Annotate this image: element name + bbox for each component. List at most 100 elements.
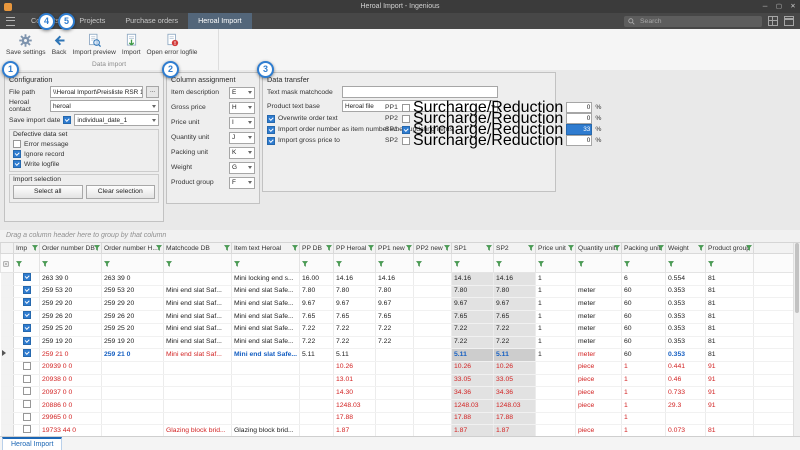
table-row[interactable]: 263 39 0263 39 0Mini locking end s...16.…: [1, 273, 794, 286]
filter-funnel-icon[interactable]: [234, 261, 240, 267]
hamburger-menu-icon[interactable]: [6, 17, 15, 26]
filter-funnel-icon[interactable]: [94, 245, 100, 251]
tab-purchase-orders[interactable]: Purchase orders: [115, 13, 188, 29]
import-row-checkbox[interactable]: [23, 311, 31, 319]
search-input[interactable]: [638, 17, 742, 26]
save-settings-button[interactable]: Save settings: [3, 32, 49, 57]
column-header-weight[interactable]: Weight: [666, 243, 706, 254]
import-date-select[interactable]: individual_date_1: [74, 114, 159, 126]
surcharge-checkbox[interactable]: [402, 115, 410, 123]
filter-funnel-icon[interactable]: [378, 261, 384, 267]
filter-funnel-icon[interactable]: [416, 261, 422, 267]
file-path-input[interactable]: \\Heroal Import\Preisliste RSR 102671i: [50, 86, 143, 98]
table-row[interactable]: 20939 0 010.2610.2610.26piece10.44191: [1, 361, 794, 374]
filter-cell[interactable]: [494, 254, 536, 273]
column-header-pp2-new[interactable]: PP2 new: [414, 243, 452, 254]
search-box[interactable]: [624, 16, 762, 27]
filter-funnel-icon[interactable]: [486, 245, 492, 251]
filter-funnel-icon[interactable]: [614, 245, 620, 251]
filter-funnel-icon[interactable]: [538, 261, 544, 267]
column-header-pp1-new[interactable]: PP1 new: [376, 243, 414, 254]
import-row-checkbox[interactable]: [23, 337, 31, 345]
surcharge-checkbox[interactable]: [402, 137, 410, 145]
table-row[interactable]: 259 26 20259 26 20Mini end slat Saf...Mi…: [1, 311, 794, 324]
filter-funnel-icon[interactable]: [16, 261, 22, 267]
column-header-product-group[interactable]: Product group: [706, 243, 754, 254]
filter-cell[interactable]: [334, 254, 376, 273]
filter-funnel-icon[interactable]: [568, 245, 574, 251]
option-checkbox[interactable]: [13, 150, 21, 158]
table-row[interactable]: 20886 0 01248.031248.031248.03piece129.3…: [1, 400, 794, 413]
option-checkbox[interactable]: [13, 160, 21, 168]
column-header-imp[interactable]: Imp: [14, 243, 40, 254]
filter-cell[interactable]: [164, 254, 232, 273]
column-header-matchcode-db[interactable]: Matchcode DB: [164, 243, 232, 254]
column-header-order-number-h[interactable]: Order number H...: [102, 243, 164, 254]
save-import-date-checkbox[interactable]: [63, 116, 71, 124]
heroal-contact-select[interactable]: heroal: [50, 100, 159, 112]
filter-funnel-icon[interactable]: [708, 261, 714, 267]
surcharge-checkbox[interactable]: [402, 104, 410, 112]
filter-cell[interactable]: [14, 254, 40, 273]
column-header-sp2[interactable]: SP2: [494, 243, 536, 254]
option-checkbox[interactable]: [13, 140, 21, 148]
close-icon[interactable]: ✕: [786, 0, 800, 13]
filter-funnel-icon[interactable]: [224, 245, 230, 251]
filter-cell[interactable]: [536, 254, 576, 273]
filter-cell[interactable]: [706, 254, 754, 273]
filter-funnel-icon[interactable]: [336, 261, 342, 267]
filter-funnel-icon[interactable]: [42, 261, 48, 267]
filter-cell[interactable]: [102, 254, 164, 273]
vertical-scrollbar[interactable]: [793, 243, 800, 437]
clear-selection-button[interactable]: Clear selection: [86, 185, 156, 199]
assign-select[interactable]: E: [229, 87, 255, 99]
filter-cell[interactable]: [452, 254, 494, 273]
table-row[interactable]: 20938 0 013.0133.0533.05piece10.4691: [1, 374, 794, 387]
table-row[interactable]: 259 53 20259 53 20Mini end slat Saf...Mi…: [1, 285, 794, 298]
import-row-checkbox[interactable]: [23, 362, 31, 370]
filter-cell[interactable]: [622, 254, 666, 273]
import-row-checkbox[interactable]: [23, 400, 31, 408]
document-tab-heroal-import[interactable]: Heroal Import: [2, 437, 62, 450]
filter-funnel-icon[interactable]: [368, 245, 374, 251]
open-error-logfile-button[interactable]: Open error logfile: [144, 32, 201, 57]
filter-funnel-icon[interactable]: [444, 245, 450, 251]
filter-funnel-icon[interactable]: [454, 261, 460, 267]
import-row-checkbox[interactable]: [23, 375, 31, 383]
table-row[interactable]: 259 29 20259 29 20Mini end slat Saf...Mi…: [1, 298, 794, 311]
table-row[interactable]: 259 21 0259 21 0Mini end slat Saf...Mini…: [1, 349, 794, 362]
import-row-checkbox[interactable]: [23, 349, 31, 357]
column-header-sp1[interactable]: SP1: [452, 243, 494, 254]
text-mask-input[interactable]: [342, 86, 498, 98]
table-row[interactable]: 259 25 20259 25 20Mini end slat Saf...Mi…: [1, 323, 794, 336]
filter-funnel-icon[interactable]: [624, 261, 630, 267]
scrollbar-thumb[interactable]: [795, 243, 799, 313]
filter-cell[interactable]: [666, 254, 706, 273]
filter-cell[interactable]: [376, 254, 414, 273]
filter-funnel-icon[interactable]: [578, 261, 584, 267]
column-header-order-number-db[interactable]: Order number DB: [40, 243, 102, 254]
column-header-packing-unit[interactable]: Packing unit: [622, 243, 666, 254]
assign-select[interactable]: J: [229, 132, 255, 144]
filter-funnel-icon[interactable]: [292, 245, 298, 251]
import-row-checkbox[interactable]: [23, 425, 31, 433]
surcharge-value-input[interactable]: 0: [566, 113, 592, 124]
filter-cell[interactable]: [576, 254, 622, 273]
filter-funnel-icon[interactable]: [104, 261, 110, 267]
filter-funnel-icon[interactable]: [658, 245, 664, 251]
import-row-checkbox[interactable]: [23, 286, 31, 294]
surcharge-value-input[interactable]: 0: [566, 102, 592, 113]
assign-select[interactable]: F: [229, 177, 255, 189]
import-row-checkbox[interactable]: [23, 324, 31, 332]
column-header-price-unit[interactable]: Price unit: [536, 243, 576, 254]
import-preview-button[interactable]: Import preview: [70, 32, 119, 57]
import-row-checkbox[interactable]: [23, 413, 31, 421]
filter-cell[interactable]: [414, 254, 452, 273]
select-all-button[interactable]: Select all: [13, 185, 83, 199]
assign-select[interactable]: I: [229, 117, 255, 129]
back-button[interactable]: Back: [49, 32, 70, 57]
group-by-bar[interactable]: Drag a column header here to group by th…: [0, 230, 800, 243]
column-header-pp-heroal[interactable]: PP Heroal: [334, 243, 376, 254]
import-button[interactable]: Import: [119, 32, 144, 57]
filter-funnel-icon[interactable]: [302, 261, 308, 267]
